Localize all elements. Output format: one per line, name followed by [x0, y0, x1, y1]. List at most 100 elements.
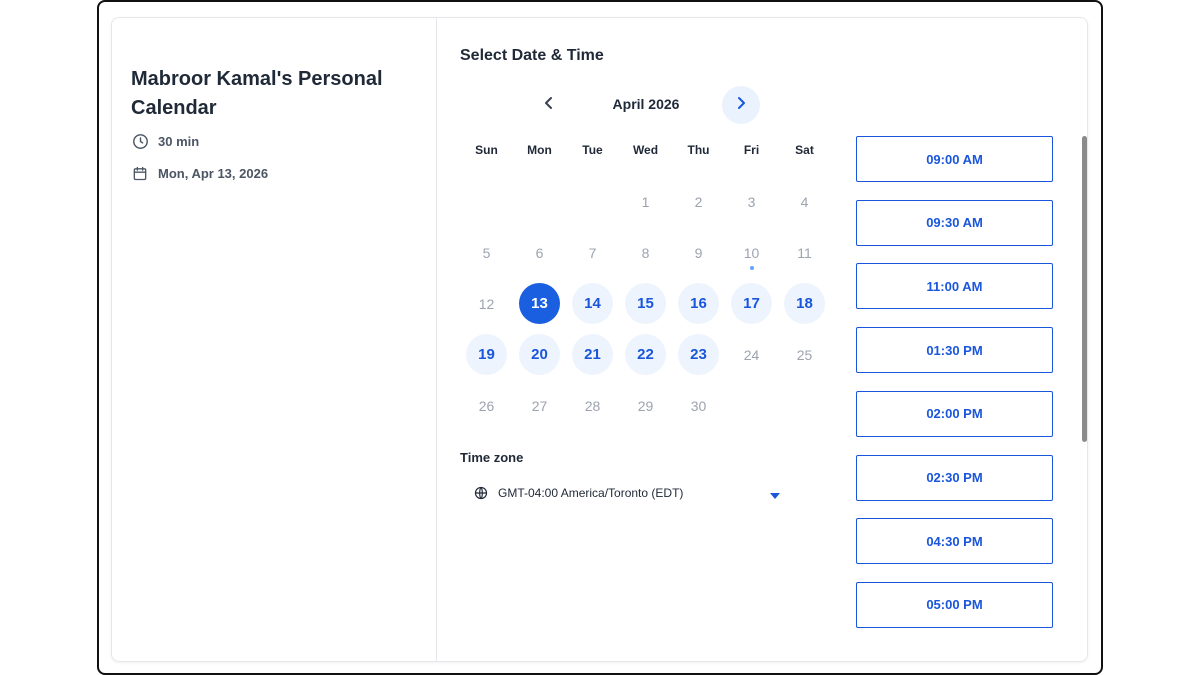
calendar-day: 1: [619, 176, 672, 227]
weekday-label: Fri: [743, 143, 760, 157]
time-slot-button[interactable]: 05:00 PM: [856, 581, 1053, 628]
calendar-day: 2: [672, 176, 725, 227]
calendar-day-number: 30: [690, 397, 707, 414]
calendar-day-number: 16: [678, 283, 719, 324]
chevron-right-icon: [735, 96, 747, 115]
next-month-button[interactable]: [722, 86, 760, 124]
calendar-day-number: 4: [800, 193, 809, 210]
calendar-day: 27: [513, 380, 566, 431]
calendar-day-number: 20: [519, 334, 560, 375]
calendar-day: 28: [566, 380, 619, 431]
event-duration: 30 min: [131, 132, 199, 150]
calendar-day: 24: [725, 329, 778, 380]
calendar-day[interactable]: 18: [778, 278, 831, 329]
calendar-day: 12: [460, 278, 513, 329]
calendar-day[interactable]: 22: [619, 329, 672, 380]
month-label: April 2026: [612, 96, 680, 112]
calendar-day-number: 19: [466, 334, 507, 375]
previous-month-button[interactable]: [530, 86, 568, 124]
calendar-day-selected[interactable]: 13: [513, 278, 566, 329]
time-slot-button[interactable]: 02:00 PM: [856, 390, 1053, 437]
calendar-day-number: 15: [625, 283, 666, 324]
calendar-day[interactable]: 21: [566, 329, 619, 380]
calendar-day-number: 18: [784, 283, 825, 324]
time-slot-scrollbar[interactable]: [1082, 136, 1087, 442]
calendar-day: 4: [778, 176, 831, 227]
calendar-day: 11: [778, 227, 831, 278]
time-slot-button[interactable]: 11:00 AM: [856, 263, 1053, 310]
event-date: Mon, Apr 13, 2026: [131, 164, 268, 182]
weekday-label: Thu: [687, 143, 710, 157]
calendar-day: 26: [460, 380, 513, 431]
today-indicator: [749, 266, 754, 270]
calendar-day-number: 6: [535, 244, 544, 261]
timezone-label: Time zone: [460, 450, 524, 465]
calendar-day-number: 12: [478, 295, 495, 312]
calendar-grid: Sun Mon Tue Wed Thu Fri Sat 1 2 3 4 5 6 7 8 9 10 11 12 13 1…: [460, 143, 832, 431]
calendar-day[interactable]: 20: [513, 329, 566, 380]
calendar-day: 8: [619, 227, 672, 278]
month-navigation: April 2026: [526, 86, 764, 124]
calendar-week-row: 26 27 28 29 30: [460, 380, 832, 431]
calendar-day-number: 26: [478, 397, 495, 414]
calendar-week-row: 12 13 14 15 16 17 18: [460, 278, 832, 329]
time-slot-button[interactable]: 04:30 PM: [856, 518, 1053, 565]
calendar-day-number: 8: [641, 244, 650, 261]
caret-down-icon: [770, 488, 780, 502]
day-grid: 1 2 3 4 5 6 7 8 9 10 11 12 13 14 15 16 17 18 19 20 21 22 23 24 2…: [460, 176, 832, 431]
calendar-day[interactable]: 16: [672, 278, 725, 329]
calendar-day-number: 3: [747, 193, 756, 210]
calendar-day: 7: [566, 227, 619, 278]
timezone-select[interactable]: GMT-04:00 America/Toronto (EDT): [474, 482, 780, 504]
time-slot-button[interactable]: 09:00 AM: [856, 136, 1053, 182]
calendar-day-number: 24: [743, 346, 760, 363]
calendar-day-number: 27: [531, 397, 548, 414]
calendar-day-number: 25: [796, 346, 813, 363]
calendar-day: 25: [778, 329, 831, 380]
clock-icon: [131, 132, 149, 150]
calendar-day[interactable]: 15: [619, 278, 672, 329]
calendar-day-number: 29: [637, 397, 654, 414]
calendar-day-number: 14: [572, 283, 613, 324]
time-slot-button[interactable]: 01:30 PM: [856, 327, 1053, 374]
calendar-day-number: 5: [482, 244, 491, 261]
weekday-label: Sun: [475, 143, 498, 157]
calendar-week-row: 5 6 7 8 9 10 11: [460, 227, 832, 278]
calendar-day[interactable]: 17: [725, 278, 778, 329]
calendar-day: 9: [672, 227, 725, 278]
browser-frame: Mabroor Kamal's Personal Calendar 30 min…: [97, 0, 1103, 675]
calendar-day-number: 7: [588, 244, 597, 261]
scheduler-panel: Select Date & Time April 2026 Sun Mon Tue W…: [438, 18, 1087, 661]
calendar-day-number: 9: [694, 244, 703, 261]
calendar-day-number: 17: [731, 283, 772, 324]
calendar-empty-cell: [778, 380, 831, 431]
calendar-empty-cell: [460, 176, 513, 227]
calendar-icon: [131, 164, 149, 182]
calendar-empty-cell: [566, 176, 619, 227]
weekday-label: Tue: [582, 143, 603, 157]
calendar-day: 29: [619, 380, 672, 431]
globe-icon: [474, 485, 490, 501]
calendar-week-row: 1 2 3 4: [460, 176, 832, 227]
calendar-day: 3: [725, 176, 778, 227]
calendar-day-number: 11: [797, 244, 812, 261]
calendar-day-number: 22: [625, 334, 666, 375]
calendar-day-number: 28: [584, 397, 601, 414]
calendar-day: 10: [725, 227, 778, 278]
weekday-header: Sun Mon Tue Wed Thu Fri Sat: [460, 143, 832, 159]
event-title: Mabroor Kamal's Personal Calendar: [131, 68, 383, 119]
calendar-day-number: 23: [678, 334, 719, 375]
time-slot-button[interactable]: 02:30 PM: [856, 454, 1053, 501]
calendar-day-number: 13: [519, 283, 560, 324]
calendar-day[interactable]: 19: [460, 329, 513, 380]
calendar-day-number: 21: [572, 334, 613, 375]
event-date-text: Mon, Apr 13, 2026: [158, 165, 269, 181]
calendar-empty-cell: [725, 380, 778, 431]
time-slot-button[interactable]: 09:30 AM: [856, 199, 1053, 246]
event-details-panel: Mabroor Kamal's Personal Calendar 30 min…: [112, 18, 437, 661]
calendar-day[interactable]: 14: [566, 278, 619, 329]
booking-card: Mabroor Kamal's Personal Calendar 30 min…: [111, 17, 1088, 662]
chevron-left-icon: [543, 96, 555, 115]
calendar-day[interactable]: 23: [672, 329, 725, 380]
calendar-day: 6: [513, 227, 566, 278]
